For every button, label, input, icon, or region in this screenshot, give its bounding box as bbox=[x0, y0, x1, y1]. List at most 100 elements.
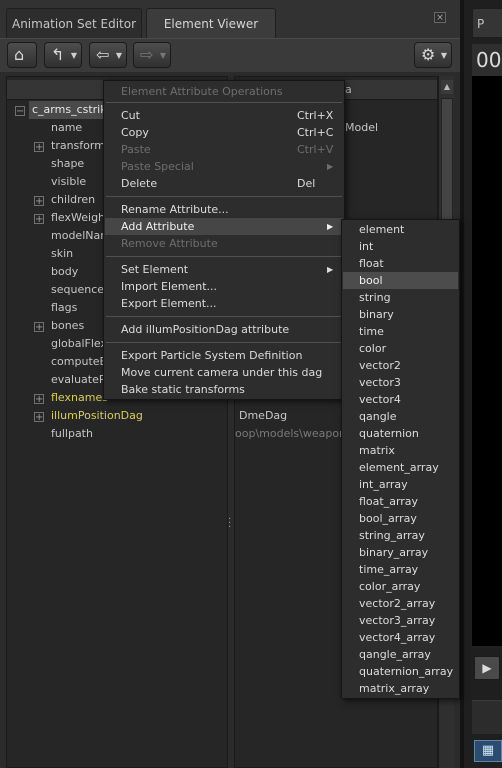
expand-icon[interactable]: + bbox=[34, 394, 44, 405]
expand-icon[interactable]: + bbox=[34, 412, 44, 423]
value-cell[interactable]: Model bbox=[345, 119, 378, 137]
submenu-item-vector3-array[interactable]: vector3_array bbox=[343, 612, 458, 629]
settings-button[interactable]: ⚙ ▼ bbox=[414, 42, 452, 68]
menu-item-set-element[interactable]: Set Element ▶ bbox=[105, 261, 343, 278]
tree-item[interactable]: children bbox=[51, 191, 95, 209]
tree-item[interactable]: bones bbox=[51, 317, 84, 335]
value-cell[interactable]: DmeDag bbox=[239, 407, 287, 425]
submenu-item-color[interactable]: color bbox=[343, 340, 458, 357]
submenu-item-int-array[interactable]: int_array bbox=[343, 476, 458, 493]
menu-item-move-camera[interactable]: Move current camera under this dag bbox=[105, 364, 343, 381]
menu-item-import-element[interactable]: Import Element... bbox=[105, 278, 343, 295]
expand-icon[interactable]: + bbox=[34, 142, 44, 153]
tree-item[interactable]: flags bbox=[51, 299, 77, 317]
submenu-item-quaternion-array[interactable]: quaternion_array bbox=[343, 663, 458, 680]
expand-icon[interactable]: + bbox=[34, 322, 44, 333]
menu-item-paste[interactable]: Paste Ctrl+V bbox=[105, 141, 343, 158]
tab-animation-set-editor[interactable]: Animation Set Editor bbox=[6, 8, 142, 38]
submenu-item-time[interactable]: time bbox=[343, 323, 458, 340]
submenu-item-matrix[interactable]: matrix bbox=[343, 442, 458, 459]
submenu-item-vector2-array[interactable]: vector2_array bbox=[343, 595, 458, 612]
menu-item-label: Paste Special bbox=[121, 160, 194, 173]
shortcut-label: Del bbox=[297, 177, 316, 190]
menu-separator bbox=[106, 196, 342, 197]
tree-item[interactable]: name bbox=[51, 119, 82, 137]
chevron-down-icon: ▼ bbox=[70, 51, 77, 60]
menu-item-add-illum-position-dag[interactable]: Add illumPositionDag attribute bbox=[105, 321, 343, 338]
menu-item-rename-attribute[interactable]: Rename Attribute... bbox=[105, 201, 343, 218]
back-button[interactable]: ⇦ ▼ bbox=[89, 42, 127, 68]
submenu-item-time-array[interactable]: time_array bbox=[343, 561, 458, 578]
menu-item-delete[interactable]: Delete Del bbox=[105, 175, 343, 192]
shortcut-label: Ctrl+C bbox=[297, 126, 334, 139]
forward-arrow-icon: ⇨ bbox=[140, 45, 154, 64]
tree-item[interactable]: flexWeight bbox=[51, 209, 109, 227]
submenu-arrow-icon: ▶ bbox=[327, 222, 334, 231]
neighbour-panel: P 00 ▶ ▦ bbox=[460, 0, 502, 768]
submenu-arrow-icon: ▶ bbox=[327, 162, 334, 171]
play-icon[interactable]: ▶ bbox=[474, 656, 500, 680]
home-button[interactable]: ⌂ bbox=[7, 42, 37, 68]
submenu-item-element[interactable]: element bbox=[343, 221, 458, 238]
expand-icon[interactable]: + bbox=[34, 214, 44, 225]
panel-splitter-handle[interactable]: · · · bbox=[228, 515, 232, 533]
menu-item-add-attribute[interactable]: Add Attribute ▶ bbox=[105, 218, 343, 235]
menu-item-label: Cut bbox=[121, 109, 140, 122]
submenu-arrow-icon: ▶ bbox=[327, 265, 334, 274]
submenu-item-matrix-array[interactable]: matrix_array bbox=[343, 680, 458, 697]
menu-item-cut[interactable]: Cut Ctrl+X bbox=[105, 107, 343, 124]
up-arrow-icon: ↰ bbox=[51, 45, 65, 64]
shortcut-label: Ctrl+V bbox=[297, 143, 334, 156]
tree-item[interactable]: shape bbox=[51, 155, 84, 173]
submenu-item-binary[interactable]: binary bbox=[343, 306, 458, 323]
menu-item-remove-attribute[interactable]: Remove Attribute bbox=[105, 235, 343, 252]
menu-item-export-particle-system[interactable]: Export Particle System Definition bbox=[105, 347, 343, 364]
tab-element-viewer[interactable]: Element Viewer bbox=[146, 8, 276, 38]
tree-item[interactable]: fullpath bbox=[51, 425, 93, 443]
submenu-item-string-array[interactable]: string_array bbox=[343, 527, 458, 544]
submenu-item-bool[interactable]: bool bbox=[343, 272, 458, 289]
tree-item[interactable]: transform bbox=[51, 137, 105, 155]
submenu-item-string[interactable]: string bbox=[343, 289, 458, 306]
submenu-item-bool-array[interactable]: bool_array bbox=[343, 510, 458, 527]
neighbour-tab[interactable]: P bbox=[472, 8, 502, 38]
neighbour-viewport[interactable] bbox=[472, 76, 502, 646]
menu-item-export-element[interactable]: Export Element... bbox=[105, 295, 343, 312]
submenu-item-vector3[interactable]: vector3 bbox=[343, 374, 458, 391]
expand-icon[interactable]: + bbox=[34, 196, 44, 207]
scroll-up-arrow-icon[interactable]: ▲ bbox=[441, 80, 453, 94]
film-icon[interactable]: ▦ bbox=[474, 740, 502, 762]
value-cell[interactable]: oop\models\weapons\ bbox=[235, 425, 355, 443]
tab-bar: Animation Set Editor Element Viewer × bbox=[0, 0, 460, 38]
tree-item[interactable]: visible bbox=[51, 173, 86, 191]
gear-icon: ⚙ bbox=[421, 45, 436, 64]
submenu-item-float[interactable]: float bbox=[343, 255, 458, 272]
tree-item-highlighted[interactable]: flexnames bbox=[51, 389, 108, 407]
tree-item[interactable]: evaluatePr bbox=[51, 371, 110, 389]
tree-item[interactable]: skin bbox=[51, 245, 73, 263]
chevron-down-icon: ▼ bbox=[159, 51, 166, 60]
forward-button[interactable]: ⇨ ▼ bbox=[133, 42, 171, 68]
submenu-item-qangle[interactable]: qangle bbox=[343, 408, 458, 425]
menu-item-label: Copy bbox=[121, 126, 149, 139]
up-button[interactable]: ↰ ▼ bbox=[44, 42, 82, 68]
submenu-item-int[interactable]: int bbox=[343, 238, 458, 255]
tree-item-highlighted[interactable]: illumPositionDag bbox=[51, 407, 143, 425]
collapse-icon[interactable]: − bbox=[15, 106, 25, 117]
menu-item-bake-static-transforms[interactable]: Bake static transforms bbox=[105, 381, 343, 398]
menu-item-label: Paste bbox=[121, 143, 151, 156]
submenu-item-qangle-array[interactable]: qangle_array bbox=[343, 646, 458, 663]
tree-item[interactable]: sequence bbox=[51, 281, 104, 299]
submenu-item-vector4[interactable]: vector4 bbox=[343, 391, 458, 408]
submenu-item-quaternion[interactable]: quaternion bbox=[343, 425, 458, 442]
menu-item-copy[interactable]: Copy Ctrl+C bbox=[105, 124, 343, 141]
submenu-item-binary-array[interactable]: binary_array bbox=[343, 544, 458, 561]
submenu-item-float-array[interactable]: float_array bbox=[343, 493, 458, 510]
submenu-item-vector4-array[interactable]: vector4_array bbox=[343, 629, 458, 646]
submenu-item-color-array[interactable]: color_array bbox=[343, 578, 458, 595]
tree-item[interactable]: body bbox=[51, 263, 78, 281]
submenu-item-element-array[interactable]: element_array bbox=[343, 459, 458, 476]
close-panel-icon[interactable]: × bbox=[434, 12, 446, 23]
submenu-item-vector2[interactable]: vector2 bbox=[343, 357, 458, 374]
menu-item-paste-special[interactable]: Paste Special ▶ bbox=[105, 158, 343, 175]
